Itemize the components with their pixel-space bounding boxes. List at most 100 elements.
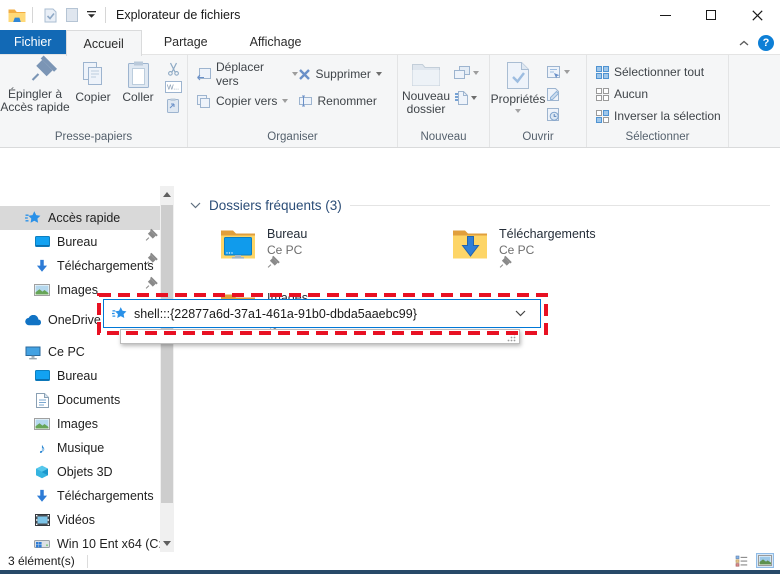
scrollbar-thumb[interactable]: [161, 205, 173, 503]
ribbon-group-select: Sélectionner tout Aucun Inverser la séle…: [587, 55, 729, 147]
group-label-new: Nouveau: [420, 131, 467, 143]
copy-to-dropdown: [282, 99, 289, 103]
tab-share[interactable]: Partage: [147, 30, 225, 54]
invert-selection-button[interactable]: Inverser la sélection: [596, 106, 721, 126]
cut-icon[interactable]: [167, 62, 180, 76]
pin-icon: [145, 285, 150, 289]
address-input[interactable]: [134, 306, 509, 321]
resize-grip-icon[interactable]: [507, 333, 516, 342]
sidebar-item-videos[interactable]: Vidéos: [0, 508, 160, 532]
sidebar-item-desktop[interactable]: Bureau: [0, 230, 160, 254]
quick-access-star-icon: [112, 306, 127, 321]
delete-dropdown: [375, 72, 382, 76]
select-all-button[interactable]: Sélectionner tout: [596, 62, 704, 82]
invert-selection-icon: [596, 109, 609, 123]
ribbon-group-new: Nouveau dossier Nouveau: [398, 55, 490, 147]
close-button[interactable]: [734, 0, 780, 30]
thumbnail-view-icon[interactable]: [756, 553, 774, 568]
copy-button[interactable]: Copier: [70, 55, 116, 127]
help-icon[interactable]: ?: [758, 34, 774, 51]
new-folder-icon: [411, 61, 441, 87]
group-label-select: Sélectionner: [625, 131, 690, 143]
statusbar-separator: [86, 554, 88, 568]
pin-icon: [499, 264, 504, 268]
address-autocomplete-popup: [120, 329, 520, 344]
ribbon-group-clipboard: Épingler à Accès rapide Copier Coller W.…: [0, 55, 188, 147]
pin-icon: [31, 73, 39, 81]
rename-button[interactable]: Renommer: [298, 91, 398, 111]
copy-to-button[interactable]: Copier vers: [196, 91, 298, 111]
move-to-button[interactable]: Déplacer vers: [196, 60, 298, 88]
qat-new-folder-button[interactable]: [61, 4, 83, 26]
onedrive-icon: [24, 314, 42, 326]
tab-view[interactable]: Affichage: [233, 30, 319, 54]
easy-access-button[interactable]: [454, 63, 488, 83]
history-button[interactable]: [546, 107, 584, 122]
sidebar-item-documents[interactable]: Documents: [0, 388, 160, 412]
tile-location: Ce PC: [499, 243, 535, 257]
tab-home[interactable]: Accueil: [65, 30, 142, 56]
ribbon-group-organize: Déplacer vers Copier vers Supprimer Reno…: [188, 55, 398, 147]
qat-properties-button[interactable]: [39, 4, 61, 26]
videos-icon: [33, 514, 51, 526]
scroll-down-icon[interactable]: [160, 535, 174, 552]
properties-icon: [506, 61, 530, 90]
pin-to-quick-access-button[interactable]: Épingler à Accès rapide: [0, 55, 70, 127]
explorer-app-icon: [8, 8, 26, 23]
rename-icon: [298, 95, 313, 107]
address-bar[interactable]: [103, 299, 541, 328]
sidebar-item-downloads-pc[interactable]: Téléchargements: [0, 484, 160, 508]
copy-path-icon[interactable]: W...: [164, 81, 182, 93]
folder-tile-downloads[interactable]: Téléchargements Ce PC: [452, 226, 678, 286]
sidebar-item-local-disk-c[interactable]: Win 10 Ent x64 (C:): [0, 532, 166, 552]
group-header-frequent-folders[interactable]: Dossiers fréquents (3): [190, 198, 770, 213]
drive-icon: [33, 538, 51, 550]
collapse-ribbon-icon[interactable]: [739, 40, 749, 46]
sidebar-item-music[interactable]: ♪ Musique: [0, 436, 160, 460]
sidebar-item-downloads[interactable]: Téléchargements: [0, 254, 160, 278]
paste-button[interactable]: Coller: [116, 55, 160, 127]
maximize-button[interactable]: [688, 0, 734, 30]
group-label-open: Ouvrir: [522, 131, 554, 143]
open-button[interactable]: [546, 62, 584, 82]
tile-name: Téléchargements: [499, 227, 596, 241]
window-title: Explorateur de fichiers: [116, 8, 241, 22]
item-count: 3 élément(s): [8, 554, 75, 568]
group-header-line: [349, 205, 770, 206]
desktop-icon: [33, 235, 51, 249]
qat-customize-dropdown[interactable]: [83, 4, 99, 26]
details-view-icon[interactable]: [735, 555, 748, 567]
desktop-icon: [33, 369, 51, 383]
sidebar-item-3d-objects[interactable]: Objets 3D: [0, 460, 160, 484]
delete-button[interactable]: Supprimer: [298, 64, 398, 84]
folder-icon: [452, 228, 492, 272]
documents-icon: [33, 392, 51, 408]
minimize-button[interactable]: [642, 0, 688, 30]
sidebar-item-pictures-pc[interactable]: Images: [0, 412, 160, 436]
properties-button[interactable]: Propriétés: [490, 55, 546, 127]
collapse-group-icon[interactable]: [190, 202, 201, 209]
folder-tile-desktop[interactable]: Bureau Ce PC: [220, 226, 446, 286]
music-icon: ♪: [38, 440, 46, 456]
titlebar-separator: [105, 7, 106, 23]
select-all-icon: [596, 65, 609, 79]
scroll-up-icon[interactable]: [160, 186, 174, 203]
group-label-clipboard: Presse-papiers: [54, 131, 133, 143]
tab-file[interactable]: Fichier: [0, 30, 66, 54]
edit-button[interactable]: [546, 87, 584, 102]
titlebar-separator: [32, 7, 33, 23]
new-item-button[interactable]: [454, 88, 488, 108]
sidebar-item-quick-access[interactable]: Accès rapide: [0, 206, 160, 230]
explorer-window: Explorateur de fichiers Fichier Accueil …: [0, 0, 780, 574]
sidebar-scrollbar[interactable]: [160, 186, 174, 552]
pictures-icon: [33, 418, 51, 430]
select-none-button[interactable]: Aucun: [596, 84, 648, 104]
copy-to-icon: [196, 94, 211, 108]
address-dropdown-icon[interactable]: [509, 310, 532, 317]
paste-shortcut-icon[interactable]: [167, 98, 179, 113]
pin-icon: [267, 264, 272, 268]
downloads-icon: [33, 259, 51, 273]
new-folder-button[interactable]: Nouveau dossier: [398, 55, 454, 127]
sidebar-item-desktop-pc[interactable]: Bureau: [0, 364, 160, 388]
select-none-icon: [596, 87, 609, 101]
